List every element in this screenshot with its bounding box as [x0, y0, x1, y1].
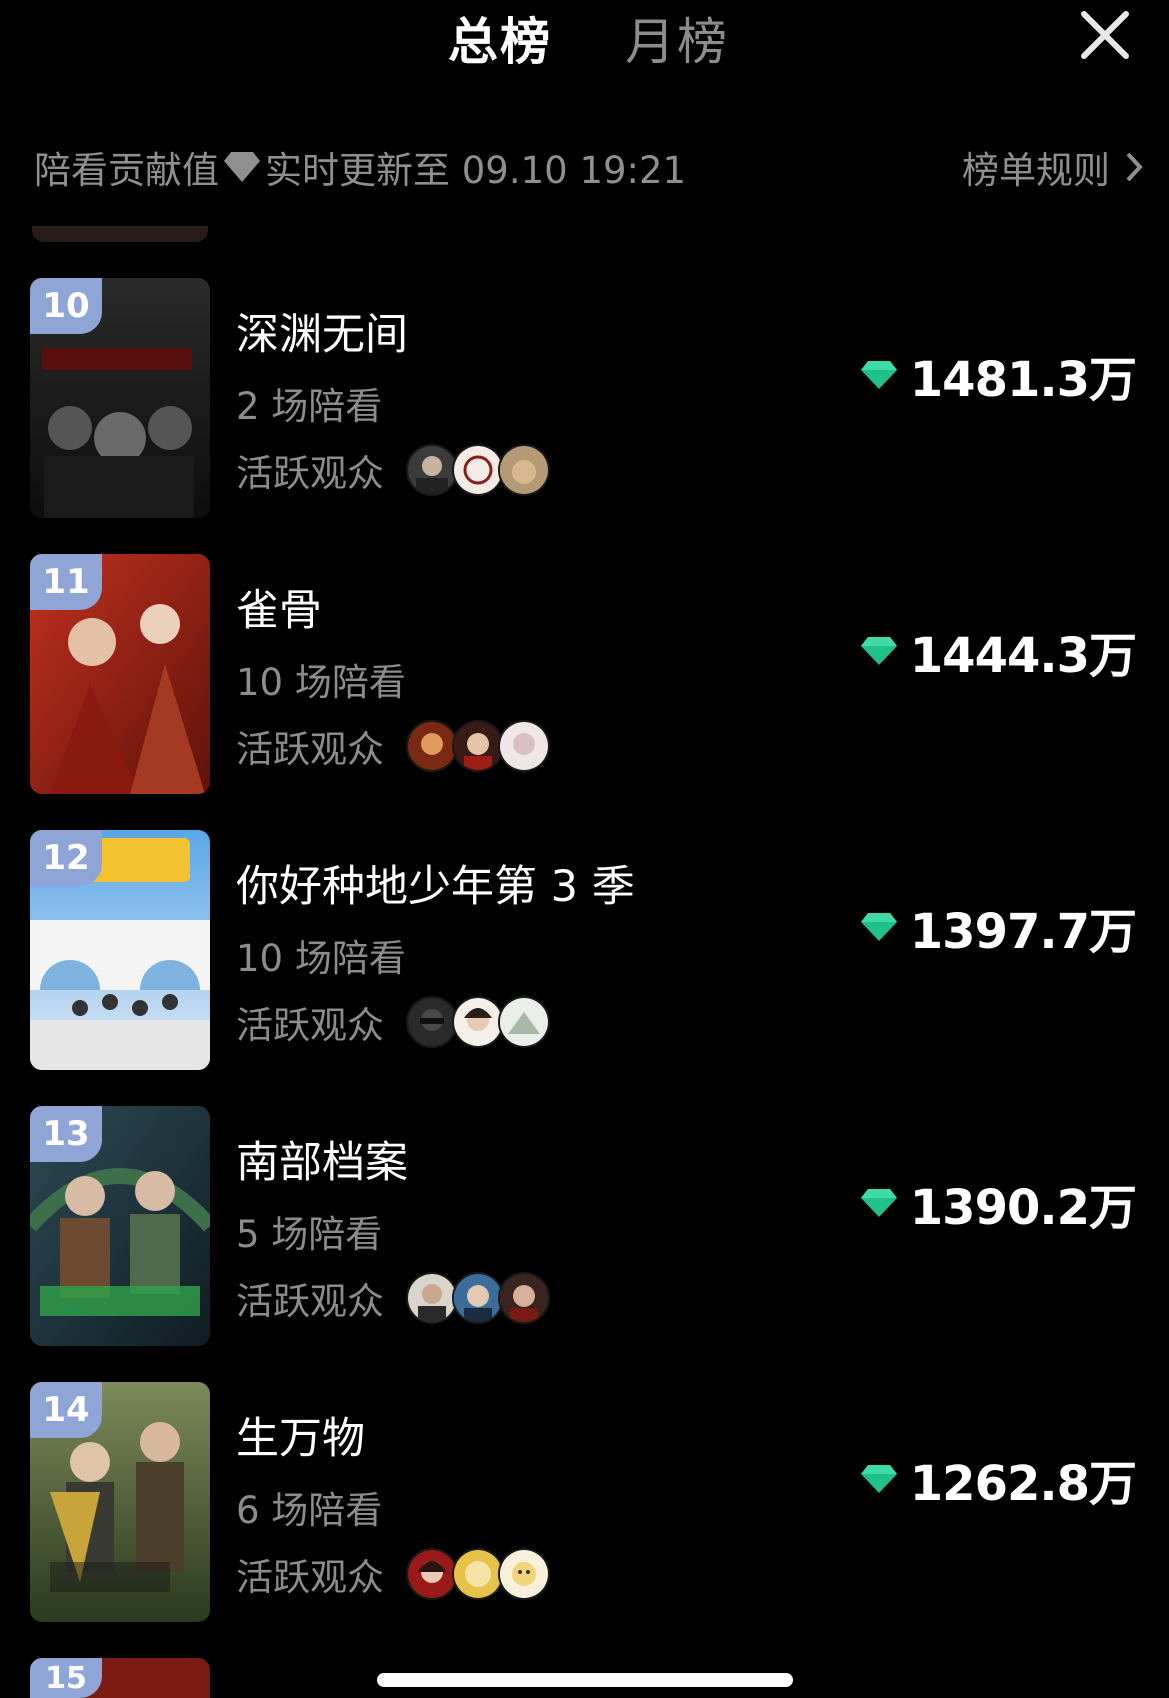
rank-badge: 11 [30, 554, 102, 610]
ranking-tabs: 总榜 月榜 [0, 0, 1169, 80]
session-count: 5 场陪看 [236, 1213, 383, 1256]
poster-image: 14 [30, 1382, 210, 1622]
show-title: 你好种地少年第 3 季 [236, 862, 635, 912]
score-value: 1444.3万 [909, 628, 1137, 684]
show-title: 雀骨 [236, 586, 322, 636]
ranking-row[interactable]: 13 南部档案 5 场陪看 活跃观众 1390.2万 [0, 1106, 1169, 1346]
close-icon[interactable] [1078, 8, 1132, 62]
avatar-group [406, 996, 550, 1048]
rank-badge: 14 [30, 1382, 102, 1438]
contribution-score: 1390.2万 [860, 1168, 1137, 1238]
diamond-icon [860, 1465, 897, 1493]
score-value: 1262.8万 [909, 1456, 1137, 1512]
diamond-icon [860, 637, 897, 665]
session-count: 2 场陪看 [236, 385, 383, 428]
active-audience: 活跃观众 [236, 718, 550, 774]
diamond-icon [860, 1189, 897, 1217]
update-info: 陪看贡献值 实时更新至 09.10 19:21 [34, 140, 686, 194]
home-indicator[interactable] [377, 1673, 793, 1687]
session-count: 10 场陪看 [236, 937, 406, 980]
avatar-group [406, 444, 550, 496]
rules-label: 榜单规则 [962, 149, 1110, 192]
diamond-icon [860, 361, 897, 389]
diamond-icon [860, 913, 897, 941]
tab-monthly[interactable]: 月榜 [625, 2, 729, 74]
poster-image: 10 [30, 278, 210, 518]
update-time: 实时更新至 09.10 19:21 [265, 149, 687, 192]
avatar [406, 996, 458, 1048]
avatar [406, 444, 458, 496]
avatar [452, 996, 504, 1048]
contribution-score: 1397.7万 [860, 892, 1137, 962]
active-audience: 活跃观众 [236, 442, 550, 498]
poster-image: 12 [30, 830, 210, 1070]
active-audience: 活跃观众 [236, 1270, 550, 1326]
avatar [452, 1548, 504, 1600]
show-title: 深渊无间 [236, 310, 408, 360]
ranking-row[interactable]: 10 深渊无间 2 场陪看 活跃观众 1481.3万 [0, 278, 1169, 518]
info-bar: 陪看贡献值 实时更新至 09.10 19:21 榜单规则 [34, 140, 1144, 196]
tab-overall[interactable]: 总榜 [448, 2, 552, 74]
avatar [452, 444, 504, 496]
audience-label: 活跃观众 [236, 728, 384, 771]
avatar [498, 996, 550, 1048]
previous-item-peek [32, 226, 208, 242]
next-item-peek[interactable]: 15 [30, 1658, 210, 1698]
rank-badge: 10 [30, 278, 102, 334]
ranking-row[interactable]: 11 雀骨 10 场陪看 活跃观众 1444.3万 [0, 554, 1169, 794]
avatar [406, 1272, 458, 1324]
contribution-score: 1262.8万 [860, 1444, 1137, 1514]
avatar [406, 720, 458, 772]
show-title: 生万物 [236, 1414, 365, 1464]
ranking-row[interactable]: 14 生万物 6 场陪看 活跃观众 1262.8万 [0, 1382, 1169, 1622]
diamond-icon [224, 152, 260, 182]
rank-badge: 12 [30, 830, 102, 886]
metric-label: 陪看贡献值 [34, 149, 219, 192]
score-value: 1390.2万 [909, 1180, 1137, 1236]
chevron-right-icon [1126, 152, 1143, 182]
session-count: 10 场陪看 [236, 661, 406, 704]
audience-label: 活跃观众 [236, 1556, 384, 1599]
avatar [498, 720, 550, 772]
avatar-group [406, 1272, 550, 1324]
active-audience: 活跃观众 [236, 994, 550, 1050]
audience-label: 活跃观众 [236, 1004, 384, 1047]
contribution-score: 1481.3万 [860, 340, 1137, 410]
rank-badge: 15 [30, 1658, 102, 1698]
poster-image: 13 [30, 1106, 210, 1346]
avatar [498, 444, 550, 496]
session-count: 6 场陪看 [236, 1489, 383, 1532]
contribution-score: 1444.3万 [860, 616, 1137, 686]
ranking-row[interactable]: 12 你好种地少年第 3 季 10 场陪看 活跃观众 1397.7万 [0, 830, 1169, 1070]
score-value: 1481.3万 [909, 352, 1137, 408]
avatar-group [406, 720, 550, 772]
score-value: 1397.7万 [909, 904, 1137, 960]
avatar [452, 720, 504, 772]
avatar [452, 1272, 504, 1324]
rules-link[interactable]: 榜单规则 [962, 140, 1144, 194]
avatar [498, 1548, 550, 1600]
active-audience: 活跃观众 [236, 1546, 550, 1602]
avatar-group [406, 1548, 550, 1600]
poster-image: 11 [30, 554, 210, 794]
avatar [498, 1272, 550, 1324]
avatar [406, 1548, 458, 1600]
show-title: 南部档案 [236, 1138, 408, 1188]
audience-label: 活跃观众 [236, 452, 384, 495]
audience-label: 活跃观众 [236, 1280, 384, 1323]
rank-badge: 13 [30, 1106, 102, 1162]
